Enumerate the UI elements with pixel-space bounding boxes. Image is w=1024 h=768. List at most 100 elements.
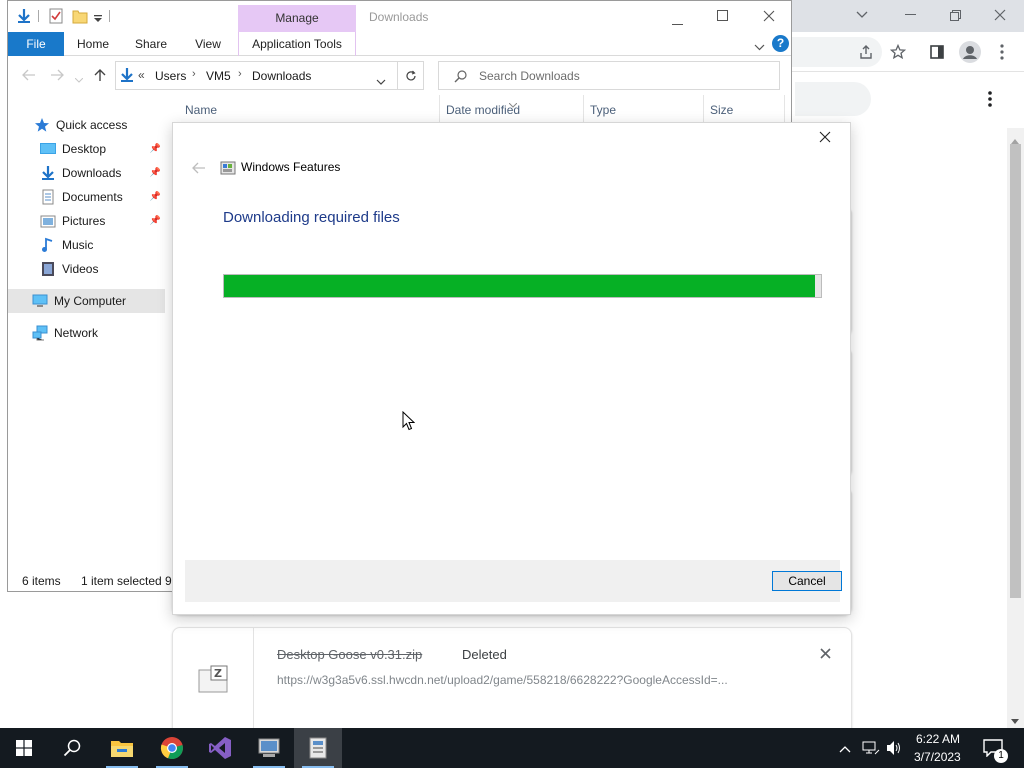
recent-locations-icon[interactable] bbox=[74, 72, 84, 86]
zip-file-icon: Z bbox=[197, 664, 231, 697]
nav-quick-access[interactable]: Quick access bbox=[8, 113, 165, 137]
tab-home[interactable]: Home bbox=[70, 32, 116, 56]
volume-icon[interactable] bbox=[886, 740, 902, 759]
nav-label: Downloads bbox=[62, 166, 122, 180]
address-bar[interactable]: « Users › VM5 › Downloads bbox=[115, 61, 398, 90]
nav-my-computer[interactable]: My Computer bbox=[8, 289, 165, 313]
window-title: Downloads bbox=[369, 10, 429, 24]
download-arrow-icon bbox=[16, 8, 32, 27]
pictures-icon bbox=[40, 213, 56, 229]
breadcrumb-overflow[interactable]: « bbox=[138, 68, 145, 82]
nav-label: Pictures bbox=[62, 214, 106, 228]
taskbar: 6:22 AM 3/7/2023 1 bbox=[0, 728, 1024, 768]
close-icon[interactable] bbox=[763, 10, 775, 25]
search-button[interactable] bbox=[48, 728, 96, 768]
nav-network[interactable]: Network bbox=[8, 321, 165, 345]
manage-contextual-tab[interactable]: Manage bbox=[238, 5, 356, 32]
scrollbar-thumb[interactable] bbox=[1010, 144, 1021, 598]
nav-label: Network bbox=[54, 326, 99, 340]
windows-features-icon bbox=[220, 159, 236, 178]
downloads-icon bbox=[40, 165, 56, 181]
breadcrumb-users[interactable]: Users bbox=[155, 69, 186, 83]
side-panel-icon[interactable] bbox=[922, 37, 952, 67]
cancel-button[interactable]: Cancel bbox=[772, 571, 842, 591]
breadcrumb-vm5[interactable]: VM5 bbox=[206, 69, 231, 83]
nav-label: Videos bbox=[62, 262, 99, 276]
address-dropdown-icon[interactable] bbox=[376, 74, 386, 88]
selection-count: 1 item selected bbox=[81, 574, 162, 588]
tab-application-tools[interactable]: Application Tools bbox=[238, 32, 356, 56]
tab-view[interactable]: View bbox=[185, 32, 231, 56]
breadcrumb-separator-icon[interactable]: › bbox=[192, 68, 196, 80]
column-name[interactable]: Name bbox=[185, 95, 217, 125]
breadcrumb-downloads[interactable]: Downloads bbox=[252, 69, 311, 83]
minimize-icon[interactable] bbox=[895, 0, 925, 30]
nav-label: My Computer bbox=[54, 294, 127, 308]
taskbar-visual-studio[interactable] bbox=[196, 728, 244, 768]
download-status: Deleted bbox=[462, 647, 507, 662]
help-icon[interactable]: ? bbox=[772, 35, 789, 52]
navigation-pane: Quick access Desktop 📌 Downloads 📌 Docum… bbox=[8, 111, 165, 561]
nav-pictures[interactable]: Pictures 📌 bbox=[8, 209, 165, 233]
download-url[interactable]: https://w3g3a5v6.ssl.hwcdn.net/upload2/g… bbox=[277, 673, 728, 687]
back-icon[interactable] bbox=[22, 69, 36, 84]
tab-file[interactable]: File bbox=[8, 32, 64, 56]
dialog-footer: Cancel bbox=[185, 560, 842, 602]
bookmark-star-icon[interactable] bbox=[883, 37, 913, 67]
nav-music[interactable]: Music bbox=[8, 233, 165, 257]
profile-avatar-icon[interactable] bbox=[955, 37, 985, 67]
nav-videos[interactable]: Videos bbox=[8, 257, 165, 281]
nav-downloads[interactable]: Downloads 📌 bbox=[8, 161, 165, 185]
tab-search-chevron-icon[interactable] bbox=[847, 0, 877, 30]
chrome-menu-icon[interactable] bbox=[988, 37, 1016, 67]
taskbar-file-explorer[interactable] bbox=[98, 728, 146, 768]
pin-icon[interactable]: 📌 bbox=[150, 215, 161, 226]
expand-ribbon-icon[interactable] bbox=[754, 40, 765, 54]
chrome-titlebar bbox=[792, 0, 1024, 32]
close-icon[interactable] bbox=[819, 131, 831, 146]
new-folder-icon[interactable] bbox=[72, 8, 88, 27]
tab-share[interactable]: Share bbox=[128, 32, 174, 56]
clock-date[interactable]: 3/7/2023 bbox=[914, 750, 961, 764]
scroll-down-icon[interactable] bbox=[1011, 714, 1019, 728]
remove-download-icon[interactable] bbox=[820, 648, 831, 662]
pin-icon[interactable]: 📌 bbox=[150, 191, 161, 202]
start-button[interactable] bbox=[0, 728, 48, 768]
back-icon[interactable] bbox=[192, 162, 206, 177]
up-icon[interactable] bbox=[94, 68, 106, 85]
breadcrumb-separator-icon[interactable]: › bbox=[238, 68, 242, 80]
taskbar-windows-features[interactable] bbox=[294, 728, 342, 768]
search-box[interactable]: Search Downloads bbox=[438, 61, 780, 90]
close-icon[interactable] bbox=[985, 0, 1015, 30]
column-size[interactable]: Size bbox=[710, 95, 733, 125]
nav-documents[interactable]: Documents 📌 bbox=[8, 185, 165, 209]
videos-icon bbox=[40, 261, 56, 277]
downloads-more-icon[interactable] bbox=[975, 84, 1005, 114]
download-progress-bar bbox=[223, 274, 822, 298]
maximize-icon[interactable] bbox=[717, 10, 728, 24]
share-icon[interactable] bbox=[851, 37, 881, 67]
properties-icon[interactable] bbox=[49, 8, 64, 27]
restore-icon[interactable] bbox=[940, 0, 970, 30]
tray-overflow-chevron-icon[interactable] bbox=[839, 742, 851, 756]
download-filename[interactable]: Desktop Goose v0.31.zip bbox=[277, 647, 422, 662]
refresh-icon[interactable] bbox=[398, 61, 424, 90]
column-headers: Name Date modified Type Size bbox=[168, 95, 791, 125]
desktop-icon bbox=[40, 141, 56, 157]
minimize-icon[interactable] bbox=[672, 15, 683, 29]
clock-time[interactable]: 6:22 AM bbox=[916, 732, 960, 746]
network-icon bbox=[32, 325, 48, 341]
forward-icon[interactable] bbox=[50, 69, 64, 84]
downloads-folder-icon bbox=[119, 67, 135, 86]
search-downloads-bar[interactable] bbox=[795, 82, 871, 116]
nav-desktop[interactable]: Desktop 📌 bbox=[8, 137, 165, 161]
pin-icon[interactable]: 📌 bbox=[150, 167, 161, 178]
pin-icon[interactable]: 📌 bbox=[150, 143, 161, 154]
column-type[interactable]: Type bbox=[590, 95, 616, 125]
taskbar-chrome[interactable] bbox=[148, 728, 196, 768]
taskbar-control-panel[interactable] bbox=[245, 728, 293, 768]
search-placeholder: Search Downloads bbox=[479, 69, 580, 83]
customize-qat-icon[interactable] bbox=[94, 12, 102, 26]
music-icon bbox=[40, 237, 56, 253]
network-status-icon[interactable] bbox=[862, 740, 880, 759]
